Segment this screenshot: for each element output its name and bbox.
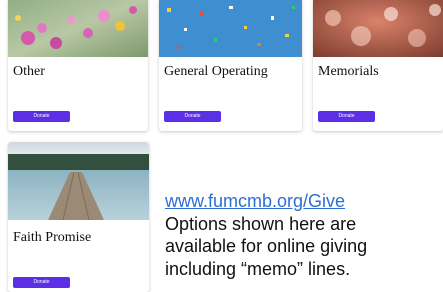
giving-info: www.fumcmb.org/Give Options shown here a… [165, 190, 443, 280]
flowers-image [8, 0, 148, 57]
lake-dock-image [8, 142, 149, 220]
give-link[interactable]: www.fumcmb.org/Give [165, 190, 443, 213]
donation-card-memorials: Memorials Donate [313, 0, 443, 131]
donate-button[interactable]: Donate [13, 111, 70, 122]
donation-card-other: Other Donate [8, 0, 148, 131]
info-line: available for online giving [165, 236, 368, 256]
card-label: Memorials [318, 64, 379, 79]
card-label: Other [13, 64, 45, 79]
donate-button[interactable]: Donate [318, 111, 375, 122]
confetti-image [159, 0, 302, 57]
bokeh-hearts-image [313, 0, 443, 57]
donation-card-general-operating: General Operating Donate [159, 0, 302, 131]
card-label: General Operating [164, 64, 268, 79]
card-label: Faith Promise [13, 230, 92, 245]
info-line: Options shown here are [165, 213, 357, 234]
donate-button[interactable]: Donate [164, 111, 221, 122]
donate-button[interactable]: Donate [13, 277, 70, 288]
info-line: including “memo” lines. [165, 258, 351, 279]
donation-card-faith-promise: Faith Promise Donate [8, 142, 149, 292]
